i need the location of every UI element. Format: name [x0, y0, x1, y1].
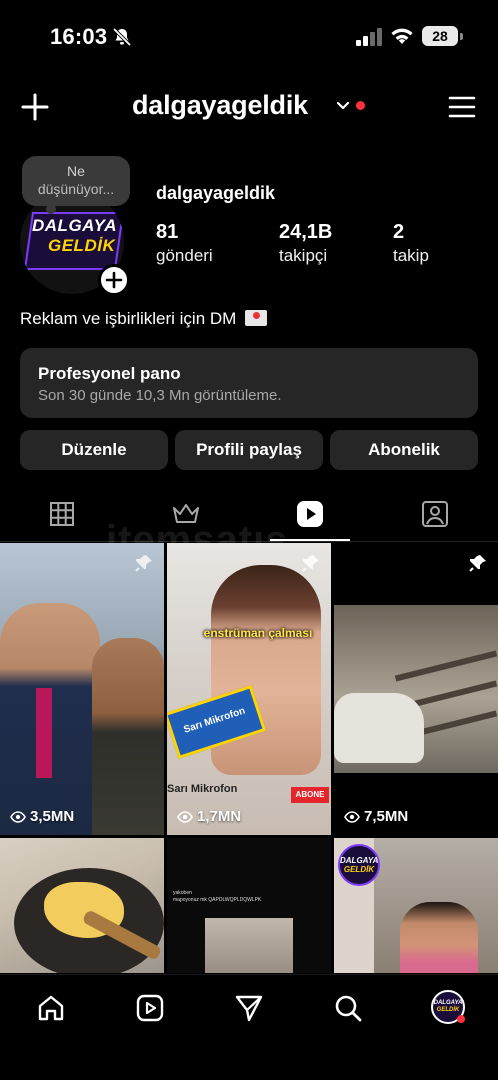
- bottom-navigation: DALGAYA GELDİK: [0, 974, 498, 1080]
- plus-icon[interactable]: [20, 92, 50, 122]
- following-stat[interactable]: 2 takip: [393, 220, 429, 268]
- battery-icon: 28: [422, 26, 463, 46]
- notification-dot: [457, 1015, 465, 1023]
- reel-thumbnail[interactable]: [0, 838, 164, 973]
- pin-icon: [135, 555, 152, 572]
- reels-icon[interactable]: [135, 993, 165, 1023]
- posts-stat[interactable]: 81 gönderi: [156, 220, 213, 268]
- reel-thumbnail[interactable]: 7,5MN: [334, 543, 498, 835]
- reel-thumbnail[interactable]: enstrüman çalması Sarı Mikrofon Sarı Mik…: [167, 543, 331, 835]
- eye-icon: [344, 810, 360, 823]
- note-line2: düşünüyor...: [37, 181, 115, 197]
- profile-name: dalgayageldik: [156, 183, 276, 203]
- dashboard-subtitle: Son 30 günde 10,3 Mn görüntüleme.: [38, 387, 282, 404]
- wifi-icon: [391, 28, 413, 44]
- bell-muted-icon: [112, 27, 132, 47]
- signal-icon: [356, 28, 382, 46]
- reel-thumbnail[interactable]: yakoben mapoyonuz mk QAPDLWQPLDQWLPK: [167, 838, 331, 973]
- tagged-tab[interactable]: [419, 498, 451, 530]
- note-bubble[interactable]: Ne düşünüyor...: [22, 156, 130, 214]
- view-count: 1,7MN: [177, 808, 241, 825]
- bio-text: Reklam ve işbirlikleri için DM: [20, 309, 237, 328]
- send-icon[interactable]: [234, 993, 264, 1023]
- chevron-down-icon[interactable]: [336, 100, 350, 112]
- eye-icon: [10, 810, 26, 823]
- home-icon[interactable]: [36, 993, 66, 1023]
- pin-icon: [302, 555, 319, 572]
- video-caption: enstrüman çalması: [203, 626, 313, 640]
- envelope-icon: [245, 310, 268, 326]
- account-switcher-username[interactable]: dalgayageldik: [132, 90, 308, 121]
- tweet-screenshot: yakoben mapoyonuz mk QAPDLWQPLDQWLPK: [173, 890, 262, 903]
- video-source: Sarı Mikrofon: [167, 783, 238, 795]
- status-time: 16:03: [50, 24, 108, 49]
- pin-icon: [469, 555, 486, 572]
- notification-dot: [356, 101, 365, 110]
- bio: Reklam ve işbirlikleri için DM: [20, 309, 268, 329]
- view-count: 3,5MN: [10, 808, 74, 825]
- subscribe-badge: ABONE: [291, 787, 329, 803]
- subscription-button[interactable]: Abonelik: [330, 430, 478, 470]
- brand-badge: DALGAYA GELDİK: [338, 844, 380, 886]
- edit-profile-button[interactable]: Düzenle: [20, 430, 168, 470]
- menu-icon[interactable]: [448, 94, 476, 120]
- avatar-logo-text: DALGAYA GELDİK: [32, 216, 118, 255]
- professional-dashboard[interactable]: Profesyonel pano Son 30 günde 10,3 Mn gö…: [20, 348, 478, 418]
- profile-header: dalgayageldik: [0, 84, 498, 132]
- note-line1: Ne: [67, 163, 85, 179]
- dashboard-title: Profesyonel pano: [38, 364, 181, 383]
- reel-thumbnail[interactable]: 3,5MN: [0, 543, 164, 835]
- search-icon[interactable]: [333, 993, 363, 1023]
- add-story-icon[interactable]: [98, 264, 130, 296]
- view-count: 7,5MN: [344, 808, 408, 825]
- share-profile-button[interactable]: Profili paylaş: [175, 430, 323, 470]
- grid-tab[interactable]: [46, 498, 78, 530]
- reels-tab[interactable]: [294, 498, 326, 530]
- status-bar: 16:03 28: [0, 0, 498, 74]
- reel-thumbnail[interactable]: DALGAYA GELDİK: [334, 838, 498, 973]
- followers-stat[interactable]: 24,1B takipçi: [279, 220, 332, 268]
- eye-icon: [177, 810, 193, 823]
